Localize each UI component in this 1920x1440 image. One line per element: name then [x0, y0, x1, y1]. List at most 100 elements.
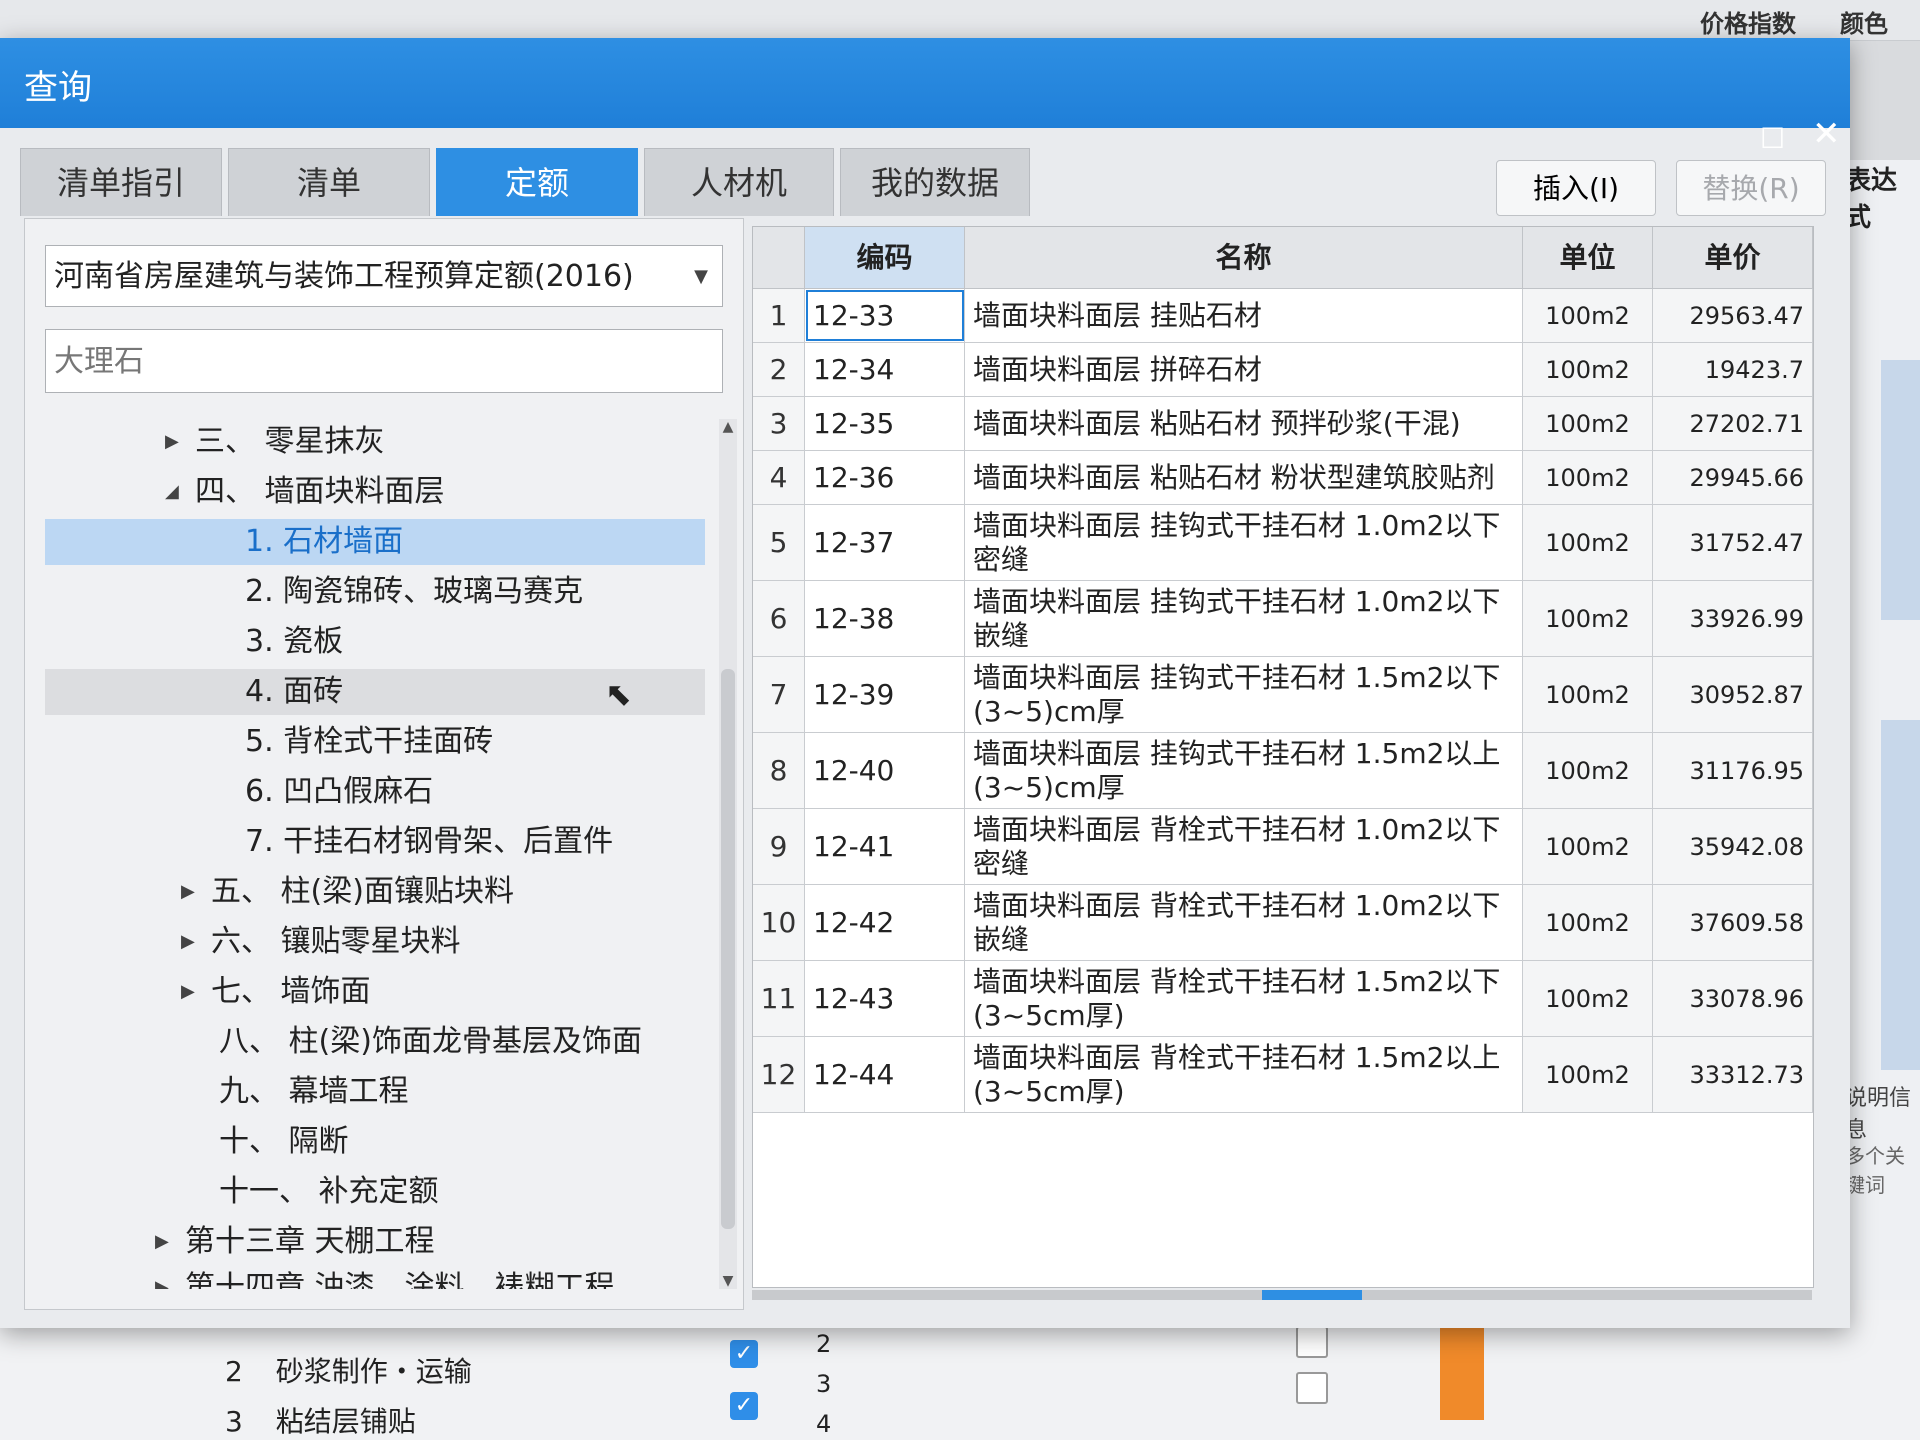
- column-header-unit[interactable]: 单位: [1523, 227, 1653, 289]
- expand-arrow-icon[interactable]: ▶: [181, 869, 195, 915]
- name-cell[interactable]: 墙面块料面层 挂钩式干挂石材 1.5m2以下 (3~5)cm厚: [965, 657, 1523, 732]
- chevron-down-icon[interactable]: ▼: [694, 246, 708, 308]
- expand-arrow-icon[interactable]: ▶: [181, 969, 195, 1015]
- dialog-titlebar[interactable]: 查询: [0, 38, 1850, 128]
- unit-cell[interactable]: 100m2: [1523, 289, 1653, 342]
- checkbox-unchecked[interactable]: [1296, 1326, 1328, 1358]
- search-input[interactable]: 大理石: [45, 329, 723, 393]
- tree-node[interactable]: 十、 隔断: [45, 1119, 705, 1165]
- expand-arrow-icon[interactable]: ▶: [155, 1219, 169, 1265]
- column-header-name[interactable]: 名称: [965, 227, 1523, 289]
- table-row[interactable]: 9 12-41 墙面块料面层 背栓式干挂石材 1.0m2以下 密缝 100m2 …: [753, 809, 1813, 885]
- name-cell[interactable]: 墙面块料面层 粘贴石材 粉状型建筑胶贴剂: [965, 451, 1523, 504]
- table-row[interactable]: 2 12-34 墙面块料面层 拼碎石材 100m2 19423.7: [753, 343, 1813, 397]
- expand-arrow-icon[interactable]: ▶: [181, 919, 195, 965]
- table-row[interactable]: 3 12-35 墙面块料面层 粘贴石材 预拌砂浆(干混) 100m2 27202…: [753, 397, 1813, 451]
- unit-cell[interactable]: 100m2: [1523, 505, 1653, 580]
- tab-list[interactable]: 清单: [228, 148, 430, 216]
- panel-splitter[interactable]: [752, 1290, 1812, 1300]
- unit-cell[interactable]: 100m2: [1523, 961, 1653, 1036]
- tree-node[interactable]: 八、 柱(梁)饰面龙骨基层及饰面: [45, 1019, 705, 1065]
- replace-button[interactable]: 替换(R): [1676, 160, 1826, 216]
- price-cell[interactable]: 33312.73: [1653, 1037, 1813, 1112]
- name-cell[interactable]: 墙面块料面层 挂钩式干挂石材 1.0m2以下 嵌缝: [965, 581, 1523, 656]
- price-cell[interactable]: 19423.7: [1653, 343, 1813, 396]
- tree-node[interactable]: ▶ 第十三章 天棚工程: [45, 1219, 705, 1265]
- code-cell[interactable]: 12-43: [805, 961, 965, 1036]
- tree-node[interactable]: ▶ 三、 零星抹灰: [45, 419, 705, 465]
- table-row[interactable]: 1 12-33 墙面块料面层 挂贴石材 100m2 29563.47: [753, 289, 1813, 343]
- price-cell[interactable]: 29945.66: [1653, 451, 1813, 504]
- scroll-down-icon[interactable]: ▼: [719, 1273, 737, 1289]
- expand-arrow-icon[interactable]: ▶: [165, 419, 179, 465]
- tree-node[interactable]: 2. 陶瓷锦砖、玻璃马赛克: [45, 569, 705, 615]
- tree-node[interactable]: 3. 瓷板: [45, 619, 705, 665]
- name-cell[interactable]: 墙面块料面层 挂钩式干挂石材 1.5m2以上 (3~5)cm厚: [965, 733, 1523, 808]
- table-row[interactable]: 7 12-39 墙面块料面层 挂钩式干挂石材 1.5m2以下 (3~5)cm厚 …: [753, 657, 1813, 733]
- code-cell[interactable]: 12-37: [805, 505, 965, 580]
- tab-quota[interactable]: 定额: [436, 148, 638, 216]
- maximize-icon[interactable]: ☐: [1760, 122, 1785, 155]
- unit-cell[interactable]: 100m2: [1523, 397, 1653, 450]
- code-cell[interactable]: 12-38: [805, 581, 965, 656]
- expand-arrow-icon[interactable]: ▶: [155, 1265, 169, 1289]
- table-row[interactable]: 5 12-37 墙面块料面层 挂钩式干挂石材 1.0m2以下 密缝 100m2 …: [753, 505, 1813, 581]
- tree-node-selected[interactable]: 1. 石材墙面: [45, 519, 705, 565]
- name-cell[interactable]: 墙面块料面层 背栓式干挂石材 1.0m2以下 密缝: [965, 809, 1523, 884]
- tree-node[interactable]: ▶ 五、 柱(梁)面镶贴块料: [45, 869, 705, 915]
- tree-node[interactable]: 十一、 补充定额: [45, 1169, 705, 1215]
- price-cell[interactable]: 33078.96: [1653, 961, 1813, 1036]
- name-cell[interactable]: 墙面块料面层 背栓式干挂石材 1.5m2以上 (3~5cm厚): [965, 1037, 1523, 1112]
- code-cell[interactable]: 12-36: [805, 451, 965, 504]
- unit-cell[interactable]: 100m2: [1523, 809, 1653, 884]
- tree-node[interactable]: 6. 凹凸假麻石: [45, 769, 705, 815]
- list-item[interactable]: 3 粘结层铺贴: [225, 1400, 416, 1440]
- tree-node[interactable]: ▶ 第十四章 油漆、涂料、裱糊工程: [45, 1265, 705, 1289]
- price-cell[interactable]: 31752.47: [1653, 505, 1813, 580]
- tree-node[interactable]: 7. 干挂石材钢骨架、后置件: [45, 819, 705, 865]
- unit-cell[interactable]: 100m2: [1523, 343, 1653, 396]
- tree-node-hovered[interactable]: 4. 面砖 ⬉: [45, 669, 705, 715]
- checkbox-checked[interactable]: ✓: [730, 1340, 758, 1368]
- tree-scrollbar[interactable]: ▲ ▼: [719, 419, 737, 1289]
- name-cell[interactable]: 墙面块料面层 拼碎石材: [965, 343, 1523, 396]
- table-row[interactable]: 8 12-40 墙面块料面层 挂钩式干挂石材 1.5m2以上 (3~5)cm厚 …: [753, 733, 1813, 809]
- column-header-price[interactable]: 单价: [1653, 227, 1813, 289]
- tree-node[interactable]: 5. 背栓式干挂面砖: [45, 719, 705, 765]
- tree-node[interactable]: ▶ 七、 墙饰面: [45, 969, 705, 1015]
- price-cell[interactable]: 30952.87: [1653, 657, 1813, 732]
- unit-cell[interactable]: 100m2: [1523, 581, 1653, 656]
- code-cell[interactable]: 12-42: [805, 885, 965, 960]
- table-row[interactable]: 12 12-44 墙面块料面层 背栓式干挂石材 1.5m2以上 (3~5cm厚)…: [753, 1037, 1813, 1113]
- name-cell[interactable]: 墙面块料面层 粘贴石材 预拌砂浆(干混): [965, 397, 1523, 450]
- tab-my-data[interactable]: 我的数据: [840, 148, 1030, 216]
- price-cell[interactable]: 35942.08: [1653, 809, 1813, 884]
- name-cell[interactable]: 墙面块料面层 背栓式干挂石材 1.0m2以下 嵌缝: [965, 885, 1523, 960]
- unit-cell[interactable]: 100m2: [1523, 657, 1653, 732]
- splitter-handle[interactable]: [1262, 1290, 1362, 1300]
- code-cell[interactable]: 12-44: [805, 1037, 965, 1112]
- tab-list-guide[interactable]: 清单指引: [20, 148, 222, 216]
- name-cell[interactable]: 墙面块料面层 挂钩式干挂石材 1.0m2以下 密缝: [965, 505, 1523, 580]
- code-cell[interactable]: 12-40: [805, 733, 965, 808]
- price-cell[interactable]: 33926.99: [1653, 581, 1813, 656]
- table-row[interactable]: 10 12-42 墙面块料面层 背栓式干挂石材 1.0m2以下 嵌缝 100m2…: [753, 885, 1813, 961]
- price-cell[interactable]: 29563.47: [1653, 289, 1813, 342]
- list-item[interactable]: 2 砂浆制作・运输: [225, 1350, 472, 1390]
- quota-library-select[interactable]: 河南省房屋建筑与装饰工程预算定额(2016) ▼: [45, 245, 723, 307]
- code-cell[interactable]: 12-41: [805, 809, 965, 884]
- price-cell[interactable]: 27202.71: [1653, 397, 1813, 450]
- tab-labor-material[interactable]: 人材机: [644, 148, 834, 216]
- tree-node[interactable]: ▶ 六、 镶贴零星块料: [45, 919, 705, 965]
- table-row[interactable]: 4 12-36 墙面块料面层 粘贴石材 粉状型建筑胶贴剂 100m2 29945…: [753, 451, 1813, 505]
- tree-node[interactable]: 九、 幕墙工程: [45, 1069, 705, 1115]
- close-icon[interactable]: ✕: [1812, 114, 1841, 154]
- checkbox-unchecked[interactable]: [1296, 1372, 1328, 1404]
- table-row[interactable]: 11 12-43 墙面块料面层 背栓式干挂石材 1.5m2以下 (3~5cm厚)…: [753, 961, 1813, 1037]
- code-cell[interactable]: 12-35: [805, 397, 965, 450]
- code-cell[interactable]: 12-34: [805, 343, 965, 396]
- price-index-header[interactable]: 价格指数: [1700, 4, 1796, 39]
- unit-cell[interactable]: 100m2: [1523, 885, 1653, 960]
- price-cell[interactable]: 37609.58: [1653, 885, 1813, 960]
- color-header[interactable]: 颜色: [1840, 4, 1888, 39]
